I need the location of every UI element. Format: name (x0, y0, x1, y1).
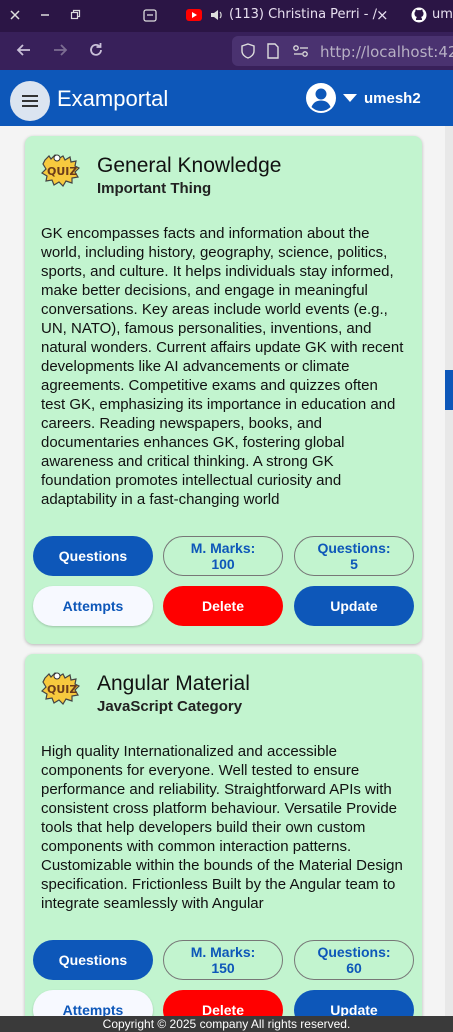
quiz-description: GK encompasses facts and information abo… (41, 225, 404, 508)
max-marks-value: 100 (211, 556, 235, 572)
quiz-category: JavaScript Category (97, 698, 243, 715)
dropdown-arrow-icon (343, 94, 357, 102)
browser-tabstrip: (113) Christina Perri - ∕ × um (0, 0, 453, 32)
question-count-label: Questions: (317, 944, 391, 960)
forward-icon[interactable] (50, 41, 70, 61)
tab-title[interactable]: (113) Christina Perri - ∕ (229, 7, 377, 22)
quiz-icon: QUIZ (41, 672, 81, 705)
quiz-icon: QUIZ (41, 154, 81, 187)
attempts-button[interactable]: Attempts (33, 586, 153, 626)
delete-button[interactable]: Delete (163, 990, 283, 1016)
user-menu[interactable] (306, 83, 357, 113)
attempts-button[interactable]: Attempts (33, 990, 153, 1016)
menu-icon (22, 95, 38, 107)
quiz-title: Angular Material (97, 672, 250, 695)
minimize-window-icon[interactable] (34, 5, 56, 25)
quiz-card: QUIZ General Knowledge Important Thing G… (25, 136, 422, 644)
footer: Copyright © 2025 company All rights rese… (0, 1016, 453, 1032)
url-bar[interactable]: http://localhost:42 (232, 36, 453, 66)
browser-toolbar: http://localhost:42 (0, 32, 453, 70)
restore-window-icon[interactable] (64, 5, 86, 25)
quiz-list: QUIZ General Knowledge Important Thing G… (0, 126, 445, 1016)
delete-button[interactable]: Delete (163, 586, 283, 626)
max-marks-chip: M. Marks: 150 (163, 940, 283, 980)
app-toolbar: Examportal umesh2 (0, 70, 453, 126)
quiz-title: General Knowledge (97, 154, 282, 177)
speaker-icon[interactable] (206, 5, 228, 25)
update-button[interactable]: Update (294, 990, 414, 1016)
github-tab-title[interactable]: um (432, 7, 453, 22)
url-text[interactable]: http://localhost:42 (320, 43, 453, 61)
max-marks-label: M. Marks: (190, 540, 256, 556)
quiz-category: Important Thing (97, 180, 212, 197)
brand-title[interactable]: Examportal (57, 86, 168, 112)
scrollbar-track[interactable] (445, 126, 453, 1016)
page-icon[interactable] (266, 43, 280, 64)
tab-close-icon[interactable]: × (376, 6, 389, 24)
scrollbar-thumb[interactable] (445, 370, 453, 410)
question-count-value: 5 (350, 556, 358, 572)
question-count-chip: Questions: 5 (294, 536, 414, 576)
menu-button[interactable] (10, 81, 50, 121)
question-count-label: Questions: (317, 540, 391, 556)
svg-text:QUIZ: QUIZ (47, 683, 77, 696)
youtube-icon (183, 5, 205, 25)
back-icon[interactable] (14, 41, 34, 61)
username[interactable]: umesh2 (364, 90, 421, 107)
reload-icon[interactable] (86, 41, 106, 61)
github-icon (408, 5, 430, 25)
account-circle-icon (306, 83, 336, 113)
svg-text:QUIZ: QUIZ (47, 165, 77, 178)
max-marks-label: M. Marks: (190, 944, 256, 960)
footer-text: Copyright © 2025 company All rights rese… (102, 1017, 351, 1031)
quiz-card: QUIZ Angular Material JavaScript Categor… (25, 654, 422, 1016)
permissions-icon[interactable] (292, 44, 310, 63)
max-marks-chip: M. Marks: 100 (163, 536, 283, 576)
update-button[interactable]: Update (294, 586, 414, 626)
questions-button[interactable]: Questions (33, 940, 153, 980)
questions-button[interactable]: Questions (33, 536, 153, 576)
close-window-icon[interactable] (4, 5, 26, 25)
max-marks-value: 150 (211, 960, 235, 976)
question-count-value: 60 (346, 960, 362, 976)
quiz-description: High quality Internationalized and acces… (41, 743, 403, 912)
tab-overview-icon[interactable] (139, 5, 161, 25)
question-count-chip: Questions: 60 (294, 940, 414, 980)
shield-icon[interactable] (240, 43, 256, 64)
